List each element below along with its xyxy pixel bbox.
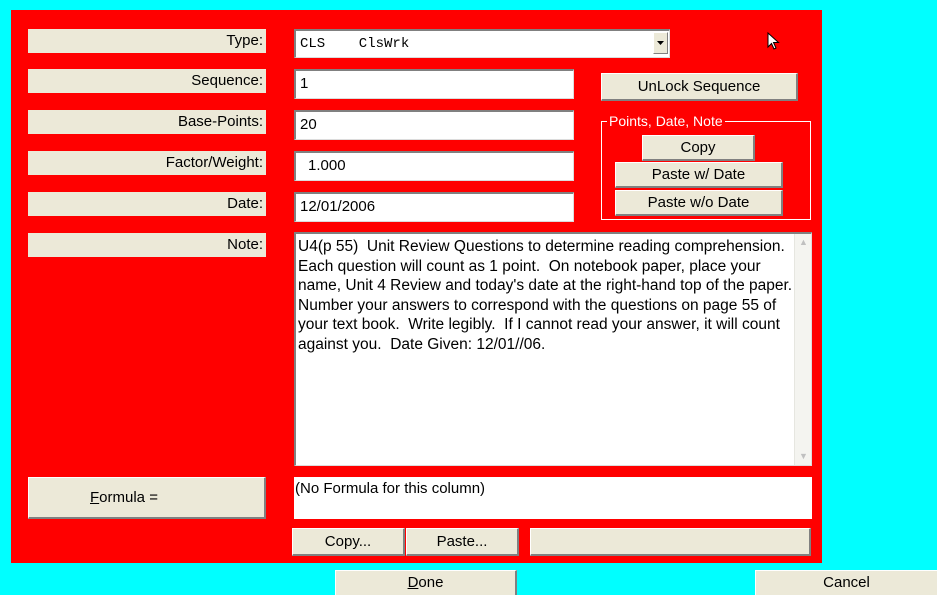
unlock-sequence-button[interactable]: UnLock Sequence (601, 73, 798, 101)
type-value: CLS ClsWrk (300, 36, 410, 52)
base-points-value: 20 (300, 116, 317, 133)
formula-display[interactable]: (No Formula for this column) (294, 477, 812, 519)
formula-label: ormula = (99, 489, 158, 506)
copy-points-button[interactable]: Copy (642, 135, 755, 161)
done-label: one (418, 574, 444, 591)
base-points-field[interactable]: 20 (294, 110, 574, 140)
type-label: Type: (28, 29, 266, 53)
note-scrollbar[interactable]: ▲ ▼ (794, 234, 811, 465)
formula-status-bar (530, 528, 811, 556)
type-select[interactable]: CLS ClsWrk (294, 29, 670, 58)
scroll-down-icon[interactable]: ▼ (796, 449, 811, 464)
done-accel: D (407, 574, 419, 591)
assignment-panel: Type: CLS ClsWrk Sequence: 1 Base-Points… (11, 10, 822, 563)
factor-weight-label: Factor/Weight: (28, 151, 266, 175)
done-button[interactable]: Done (335, 570, 517, 595)
base-points-label: Base-Points: (28, 110, 266, 134)
chevron-down-icon[interactable] (653, 32, 668, 54)
paste-formula-button[interactable]: Paste... (406, 528, 519, 556)
factor-weight-value: 1.000 (308, 157, 346, 174)
note-text: U4(p 55) Unit Review Questions to determ… (298, 238, 793, 353)
mouse-pointer-icon (767, 32, 780, 50)
copy-formula-button[interactable]: Copy... (292, 528, 405, 556)
note-label: Note: (28, 233, 266, 257)
group-legend: Points, Date, Note (607, 113, 725, 129)
sequence-value: 1 (300, 75, 309, 92)
sequence-label: Sequence: (28, 69, 266, 93)
note-textarea[interactable]: U4(p 55) Unit Review Questions to determ… (294, 232, 812, 466)
paste-with-date-button[interactable]: Paste w/ Date (615, 162, 783, 188)
sequence-field[interactable]: 1 (294, 69, 574, 99)
date-field[interactable]: 12/01/2006 (294, 192, 574, 222)
date-value: 12/01/2006 (300, 198, 376, 215)
factor-weight-field[interactable]: 1.000 (294, 151, 574, 181)
scroll-up-icon[interactable]: ▲ (796, 235, 811, 250)
paste-without-date-button[interactable]: Paste w/o Date (615, 190, 783, 216)
date-label: Date: (28, 192, 266, 216)
formula-value: (No Formula for this column) (295, 480, 486, 497)
cancel-button[interactable]: Cancel (755, 570, 937, 595)
formula-button[interactable]: Formula = (28, 477, 266, 519)
formula-accel: F (90, 489, 100, 506)
